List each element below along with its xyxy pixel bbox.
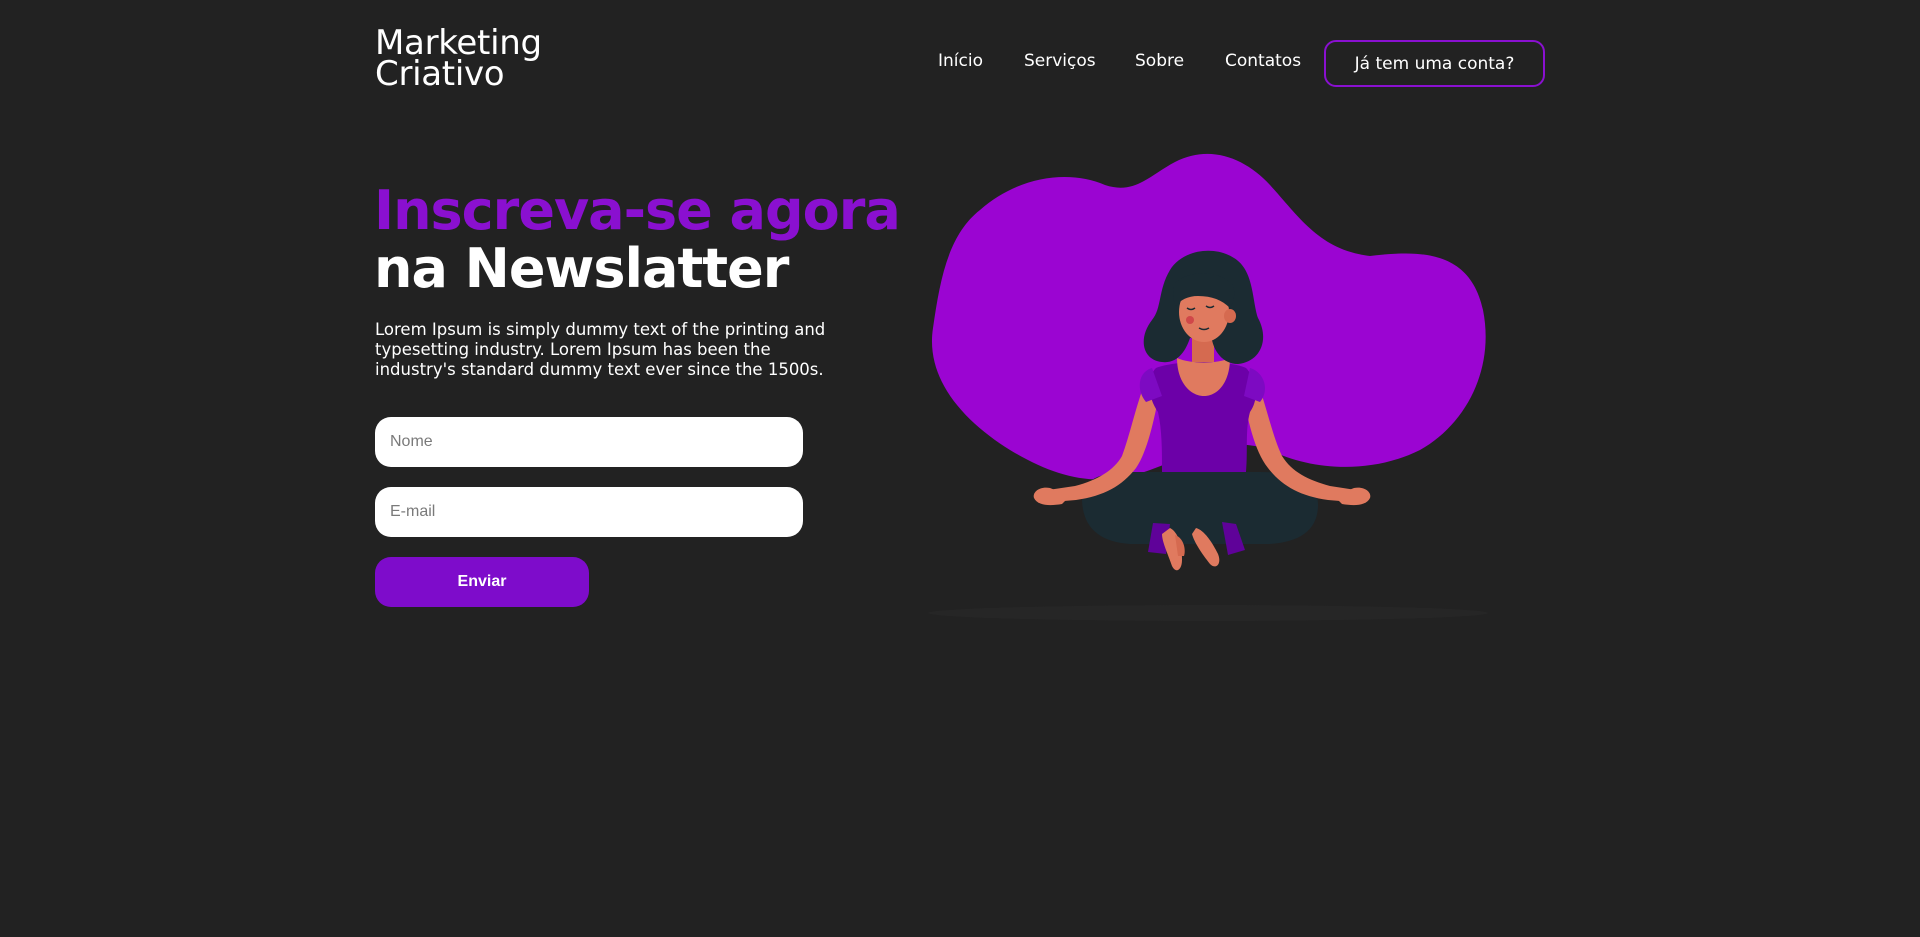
page-title: Inscreva-se agora na Newslatter <box>374 179 901 300</box>
ground-shadow <box>928 605 1488 621</box>
login-button[interactable]: Já tem uma conta? <box>1324 40 1545 87</box>
meditating-woman-illustration <box>928 153 1488 621</box>
nav-link-inicio[interactable]: Início <box>938 51 983 71</box>
headline-line-2: na Newslatter <box>374 237 789 300</box>
main-nav: Início Serviços Sobre Contatos Já tem um… <box>0 40 1920 87</box>
nav-link-servicos[interactable]: Serviços <box>1024 51 1096 71</box>
hero-description: Lorem Ipsum is simply dummy text of the … <box>375 320 826 379</box>
nav-link-contatos[interactable]: Contatos <box>1225 51 1301 71</box>
headline-line-1: Inscreva-se agora <box>374 179 901 242</box>
email-field[interactable] <box>375 487 803 537</box>
name-field[interactable] <box>375 417 803 467</box>
nav-link-sobre[interactable]: Sobre <box>1135 51 1184 71</box>
submit-button[interactable]: Enviar <box>375 557 589 607</box>
